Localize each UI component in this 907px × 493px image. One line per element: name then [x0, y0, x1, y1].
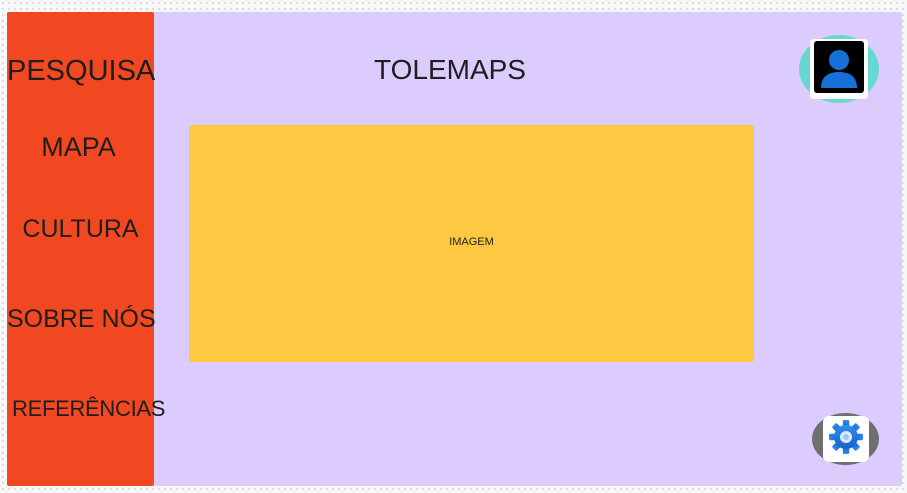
- sidebar-item-pesquisa[interactable]: PESQUISA: [7, 57, 155, 86]
- sidebar-item-referencias[interactable]: REFERÊNCIAS: [12, 398, 165, 420]
- sidebar-item-cultura[interactable]: CULTURA: [7, 217, 154, 242]
- gear-icon: [828, 419, 864, 460]
- sidebar-item-sobre-nos[interactable]: SOBRE NÓS: [7, 307, 156, 332]
- settings-button[interactable]: [812, 413, 879, 465]
- user-profile-icon: [814, 40, 864, 98]
- profile-icon-frame: [810, 39, 868, 99]
- sidebar-item-mapa[interactable]: MAPA: [5, 134, 152, 161]
- settings-icon-frame: [822, 416, 869, 462]
- image-placeholder-label: IMAGEM: [449, 236, 494, 248]
- page-title: TOLEMAPS: [374, 54, 526, 85]
- profile-button[interactable]: [799, 35, 879, 103]
- image-placeholder: IMAGEM: [189, 125, 754, 362]
